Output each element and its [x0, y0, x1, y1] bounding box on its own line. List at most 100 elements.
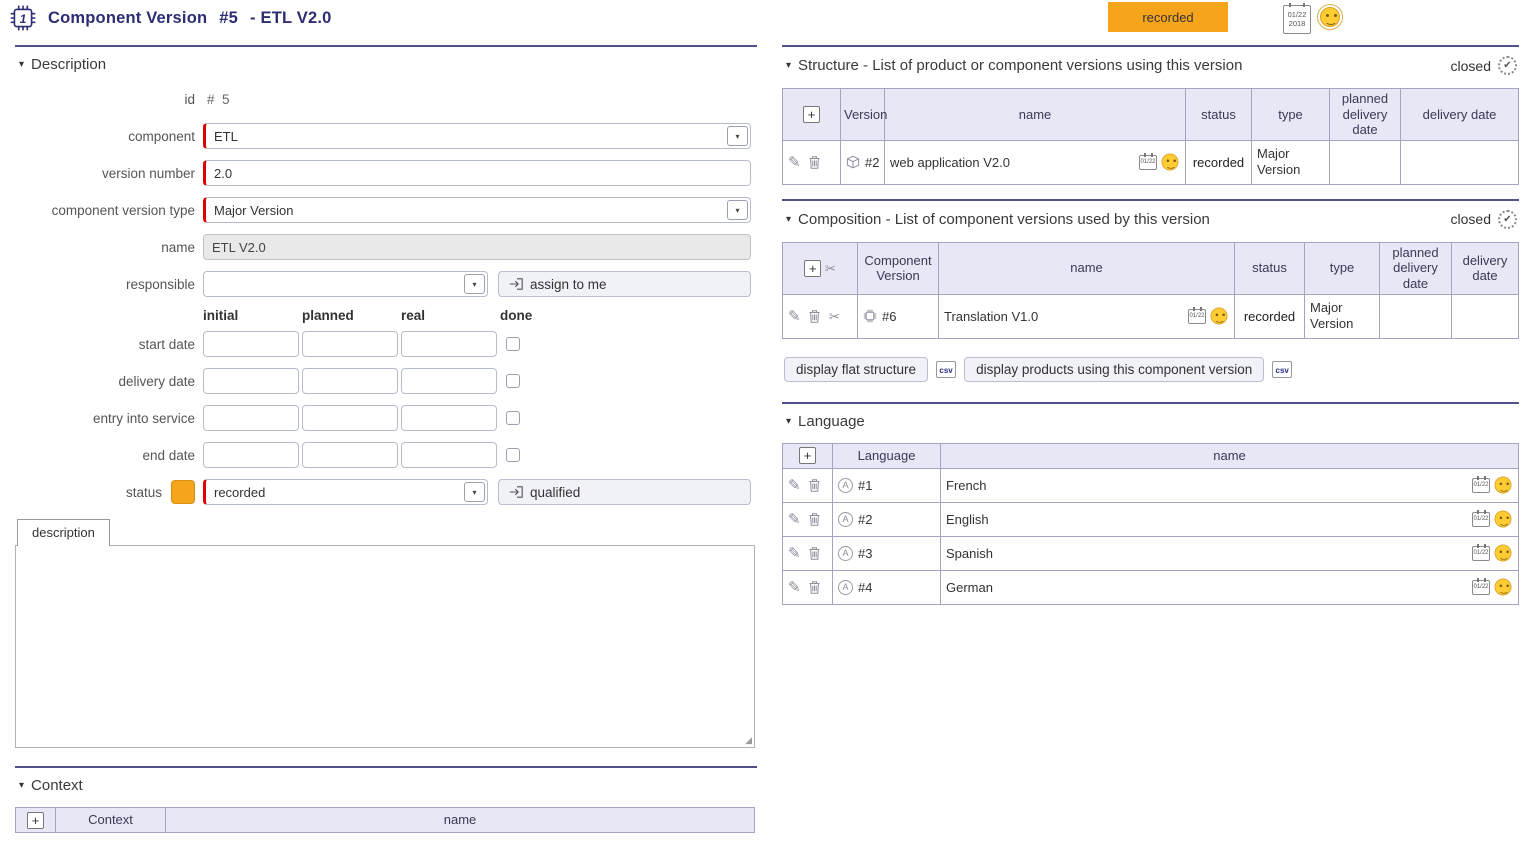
delivery-date-real-input[interactable]	[401, 368, 497, 394]
smiley-icon[interactable]	[1211, 308, 1228, 325]
display-flat-structure-button[interactable]: display flat structure	[784, 357, 928, 382]
structure-row-id[interactable]: #2	[865, 155, 879, 170]
cut-icon[interactable]: ✂	[829, 309, 840, 324]
entry-into-service-real-input[interactable]	[401, 405, 497, 431]
version-number-value: 2.0	[214, 166, 232, 181]
language-row-name[interactable]: English	[946, 512, 989, 527]
delivery-date-planned-input[interactable]	[302, 368, 398, 394]
header-smiley-icon[interactable]	[1317, 4, 1343, 30]
smiley-icon[interactable]	[1495, 477, 1512, 494]
edit-icon[interactable]: ✎	[788, 154, 801, 171]
language-row-name[interactable]: Spanish	[946, 546, 993, 561]
csv-export-icon[interactable]: csv	[936, 361, 956, 378]
collapse-caret-icon[interactable]: ▾	[786, 416, 791, 427]
component-chip-icon[interactable]	[863, 309, 877, 323]
add-language-button[interactable]: +	[799, 447, 816, 464]
calendar-icon[interactable]: 01/22	[1188, 309, 1206, 324]
closed-seal-icon[interactable]: ✔	[1498, 56, 1517, 75]
language-row-name[interactable]: French	[946, 478, 986, 493]
delete-icon[interactable]	[809, 547, 820, 560]
component-version-type-label: component version type	[15, 203, 195, 218]
responsible-combobox[interactable]: ▾	[203, 271, 488, 297]
chevron-down-icon[interactable]: ▾	[727, 200, 748, 220]
smiley-icon[interactable]	[1495, 545, 1512, 562]
assign-to-me-button[interactable]: assign to me	[498, 271, 751, 297]
calendar-icon[interactable]: 01/22	[1472, 546, 1490, 561]
calendar-icon[interactable]: 01/22	[1472, 580, 1490, 595]
cut-icon[interactable]: ✂	[825, 261, 836, 276]
status-color-swatch[interactable]	[171, 480, 195, 504]
composition-row-name[interactable]: Translation V1.0	[944, 309, 1038, 324]
language-row-name[interactable]: German	[946, 580, 993, 595]
status-combobox[interactable]: recorded ▾	[203, 479, 488, 505]
start-date-planned-input[interactable]	[302, 331, 398, 357]
calendar-icon[interactable]: 01/22	[1139, 155, 1157, 170]
qualified-button[interactable]: qualified	[498, 479, 751, 505]
header-calendar-icon[interactable]: 01/22 2018	[1283, 5, 1311, 34]
collapse-caret-icon[interactable]: ▾	[19, 59, 24, 70]
delete-icon[interactable]	[809, 581, 820, 594]
start-date-done-checkbox[interactable]	[506, 337, 520, 351]
end-date-real-input[interactable]	[401, 442, 497, 468]
product-cube-icon[interactable]	[846, 155, 860, 169]
description-textarea[interactable]	[15, 545, 755, 748]
component-version-type-combobox[interactable]: Major Version ▾	[203, 197, 751, 223]
language-row-id[interactable]: #2	[858, 512, 872, 527]
description-section: ▾ Description id # 5 component ETL ▾ ver…	[15, 45, 757, 748]
start-date-row: start date	[15, 331, 757, 357]
end-date-initial-input[interactable]	[203, 442, 299, 468]
start-date-real-input[interactable]	[401, 331, 497, 357]
version-number-input[interactable]: 2.0	[203, 160, 751, 186]
start-date-initial-input[interactable]	[203, 331, 299, 357]
name-row: name ETL V2.0	[15, 234, 757, 260]
edit-icon[interactable]: ✎	[788, 308, 801, 325]
entry-into-service-done-checkbox[interactable]	[506, 411, 520, 425]
structure-delivery-header: delivery date	[1401, 89, 1519, 141]
delivery-date-initial-input[interactable]	[203, 368, 299, 394]
delete-icon[interactable]	[809, 479, 820, 492]
smiley-icon[interactable]	[1162, 154, 1179, 171]
smiley-icon[interactable]	[1495, 579, 1512, 596]
display-products-button[interactable]: display products using this component ve…	[964, 357, 1264, 382]
component-version-type-row: component version type Major Version ▾	[15, 197, 757, 223]
delivery-date-done-checkbox[interactable]	[506, 374, 520, 388]
delete-icon[interactable]	[809, 156, 820, 169]
chevron-down-icon[interactable]: ▾	[464, 482, 485, 502]
edit-icon[interactable]: ✎	[788, 511, 801, 528]
resize-handle-icon[interactable]: ◢	[745, 736, 752, 745]
delete-icon[interactable]	[809, 310, 820, 323]
collapse-caret-icon[interactable]: ▾	[786, 214, 791, 225]
calendar-icon[interactable]: 01/22	[1472, 478, 1490, 493]
add-context-button[interactable]: +	[27, 812, 44, 829]
entry-into-service-planned-input[interactable]	[302, 405, 398, 431]
language-row-id[interactable]: #3	[858, 546, 872, 561]
add-structure-button[interactable]: +	[803, 106, 820, 123]
translation-icon: A	[838, 580, 853, 595]
description-tab[interactable]: description	[17, 519, 110, 546]
chevron-down-icon[interactable]: ▾	[727, 126, 748, 146]
left-column: ▾ Description id # 5 component ETL ▾ ver…	[15, 45, 757, 833]
edit-icon[interactable]: ✎	[788, 579, 801, 596]
closed-seal-icon[interactable]: ✔	[1498, 210, 1517, 229]
language-row-id[interactable]: #1	[858, 478, 872, 493]
translation-icon: A	[838, 512, 853, 527]
csv-export-icon[interactable]: csv	[1272, 361, 1292, 378]
edit-icon[interactable]: ✎	[788, 477, 801, 494]
language-row-id[interactable]: #4	[858, 580, 872, 595]
end-date-done-checkbox[interactable]	[506, 448, 520, 462]
edit-icon[interactable]: ✎	[788, 545, 801, 562]
chevron-down-icon[interactable]: ▾	[464, 274, 485, 294]
header-status-badge[interactable]: recorded	[1108, 2, 1228, 32]
collapse-caret-icon[interactable]: ▾	[786, 60, 791, 71]
smiley-icon[interactable]	[1495, 511, 1512, 528]
structure-row-name[interactable]: web application V2.0	[890, 155, 1010, 170]
collapse-caret-icon[interactable]: ▾	[19, 780, 24, 791]
add-composition-button[interactable]: +	[804, 260, 821, 277]
language-row: ✎ A #1 French 01/22	[783, 468, 1519, 502]
delete-icon[interactable]	[809, 513, 820, 526]
component-combobox[interactable]: ETL ▾	[203, 123, 751, 149]
calendar-icon[interactable]: 01/22	[1472, 512, 1490, 527]
composition-row-id[interactable]: #6	[882, 309, 896, 324]
end-date-planned-input[interactable]	[302, 442, 398, 468]
entry-into-service-initial-input[interactable]	[203, 405, 299, 431]
